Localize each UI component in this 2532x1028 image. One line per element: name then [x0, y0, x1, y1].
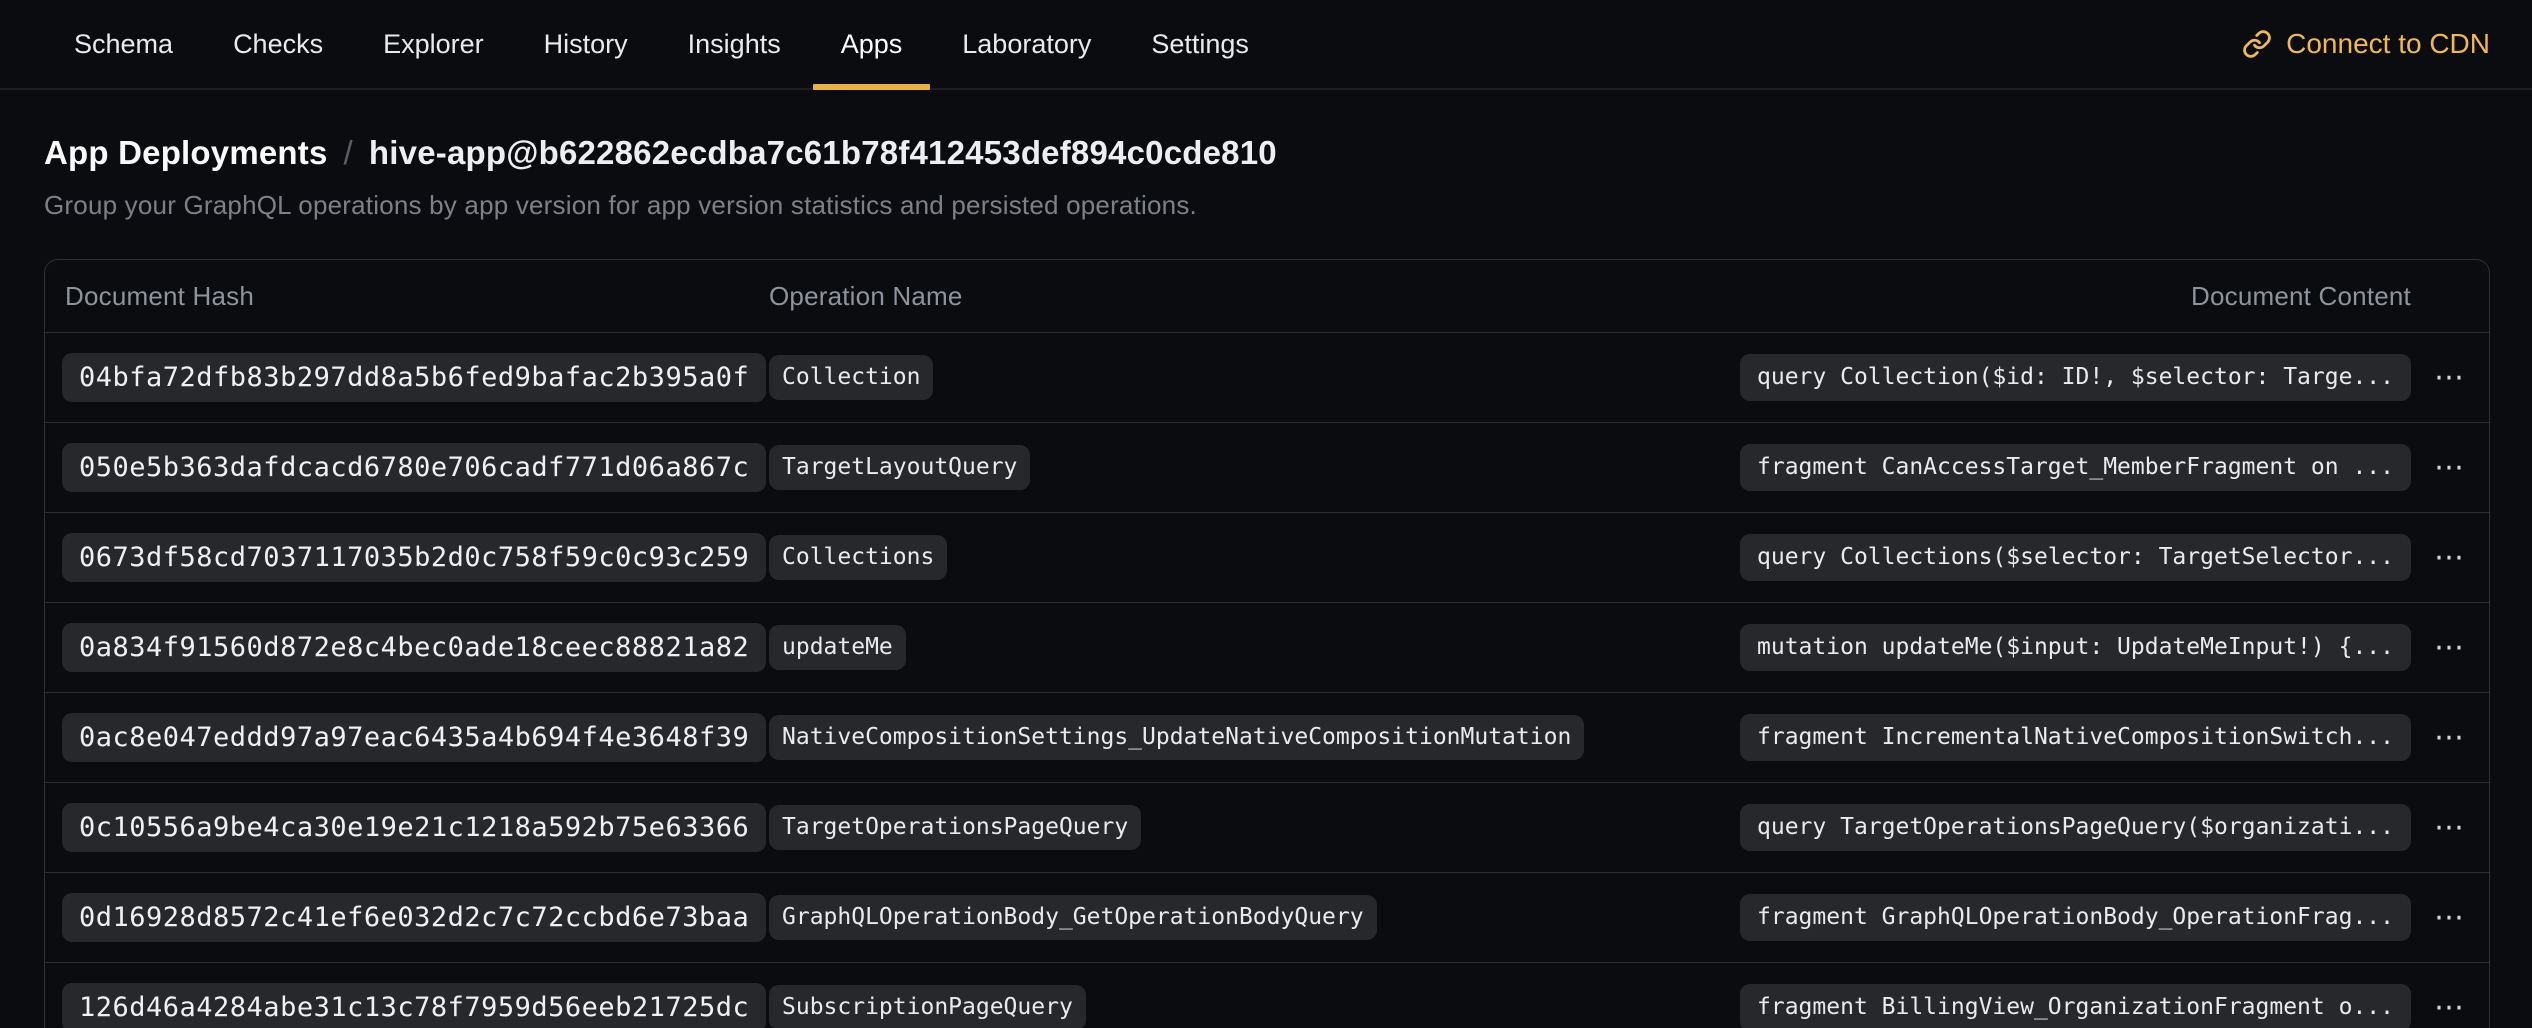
- page-subtitle: Group your GraphQL operations by app ver…: [44, 190, 2488, 221]
- tab-apps[interactable]: Apps: [813, 0, 931, 88]
- tab-history[interactable]: History: [516, 0, 656, 88]
- link-icon: [2242, 29, 2272, 59]
- breadcrumb-separator: /: [344, 134, 353, 172]
- ellipsis-icon: ⋯: [2434, 810, 2466, 845]
- deployments-table: Document Hash Operation Name Document Co…: [44, 259, 2490, 1028]
- page-head: App Deployments / hive-app@b622862ecdba7…: [0, 90, 2532, 221]
- table-row: 0ac8e047eddd97a97eac6435a4b694f4e3648f39…: [45, 692, 2489, 782]
- ellipsis-icon: ⋯: [2434, 900, 2466, 935]
- document-content: mutation updateMe($input: UpdateMeInput!…: [1740, 624, 2411, 671]
- operation-name: GraphQLOperationBody_GetOperationBodyQue…: [769, 895, 1377, 940]
- document-hash: 0ac8e047eddd97a97eac6435a4b694f4e3648f39: [62, 713, 766, 762]
- document-content: fragment BillingView_OrganizationFragmen…: [1740, 984, 2411, 1028]
- document-hash: 0a834f91560d872e8c4bec0ade18ceec88821a82: [62, 623, 766, 672]
- row-menu-button[interactable]: ⋯: [2424, 807, 2476, 849]
- document-content: fragment GraphQLOperationBody_OperationF…: [1740, 894, 2411, 941]
- operation-name: updateMe: [769, 625, 906, 670]
- row-menu-button[interactable]: ⋯: [2424, 357, 2476, 399]
- ellipsis-icon: ⋯: [2434, 720, 2466, 755]
- document-content: fragment IncrementalNativeCompositionSwi…: [1740, 714, 2411, 761]
- column-header-document-hash: Document Hash: [45, 281, 769, 312]
- connect-to-cdn-label: Connect to CDN: [2286, 28, 2490, 60]
- column-header-operation-name: Operation Name: [769, 281, 1711, 312]
- operation-name: TargetLayoutQuery: [769, 445, 1030, 490]
- tab-insights[interactable]: Insights: [660, 0, 809, 88]
- connect-to-cdn-button[interactable]: Connect to CDN: [2242, 0, 2532, 88]
- breadcrumb-app-deployments[interactable]: App Deployments: [44, 134, 328, 172]
- row-menu-button[interactable]: ⋯: [2424, 897, 2476, 939]
- breadcrumb: App Deployments / hive-app@b622862ecdba7…: [44, 134, 2488, 172]
- operation-name: NativeCompositionSettings_UpdateNativeCo…: [769, 715, 1584, 760]
- table-body: 04bfa72dfb83b297dd8a5b6fed9bafac2b395a0f…: [45, 332, 2489, 1028]
- document-content: query TargetOperationsPageQuery($organiz…: [1740, 804, 2411, 851]
- document-hash: 050e5b363dafdcacd6780e706cadf771d06a867c: [62, 443, 766, 492]
- top-navigation-bar: SchemaChecksExplorerHistoryInsightsAppsL…: [0, 0, 2532, 90]
- operation-name: Collection: [769, 355, 933, 400]
- operation-name: TargetOperationsPageQuery: [769, 805, 1141, 850]
- row-menu-button[interactable]: ⋯: [2424, 717, 2476, 759]
- tab-settings[interactable]: Settings: [1123, 0, 1277, 88]
- ellipsis-icon: ⋯: [2434, 360, 2466, 395]
- ellipsis-icon: ⋯: [2434, 990, 2466, 1025]
- tab-checks[interactable]: Checks: [205, 0, 351, 88]
- table-row: 050e5b363dafdcacd6780e706cadf771d06a867c…: [45, 422, 2489, 512]
- table-header-row: Document Hash Operation Name Document Co…: [45, 260, 2489, 332]
- nav-tabs: SchemaChecksExplorerHistoryInsightsAppsL…: [0, 0, 1277, 88]
- table-row: 126d46a4284abe31c13c78f7959d56eeb21725dc…: [45, 962, 2489, 1028]
- document-content: fragment CanAccessTarget_MemberFragment …: [1740, 444, 2411, 491]
- table-row: 0c10556a9be4ca30e19e21c1218a592b75e63366…: [45, 782, 2489, 872]
- row-menu-button[interactable]: ⋯: [2424, 987, 2476, 1028]
- ellipsis-icon: ⋯: [2434, 540, 2466, 575]
- tab-laboratory[interactable]: Laboratory: [934, 0, 1119, 88]
- column-header-document-content: Document Content: [1711, 281, 2411, 312]
- main-content: App Deployments / hive-app@b622862ecdba7…: [0, 90, 2532, 1028]
- tab-explorer[interactable]: Explorer: [355, 0, 512, 88]
- document-hash: 0c10556a9be4ca30e19e21c1218a592b75e63366: [62, 803, 766, 852]
- ellipsis-icon: ⋯: [2434, 630, 2466, 665]
- document-hash: 04bfa72dfb83b297dd8a5b6fed9bafac2b395a0f: [62, 353, 766, 402]
- table-row: 0d16928d8572c41ef6e032d2c7c72ccbd6e73baa…: [45, 872, 2489, 962]
- table-row: 0673df58cd7037117035b2d0c758f59c0c93c259…: [45, 512, 2489, 602]
- row-menu-button[interactable]: ⋯: [2424, 627, 2476, 669]
- row-menu-button[interactable]: ⋯: [2424, 447, 2476, 489]
- document-content: query Collection($id: ID!, $selector: Ta…: [1740, 354, 2411, 401]
- tab-schema[interactable]: Schema: [46, 0, 201, 88]
- breadcrumb-current-deployment: hive-app@b622862ecdba7c61b78f412453def89…: [369, 134, 1277, 172]
- ellipsis-icon: ⋯: [2434, 450, 2466, 485]
- operation-name: SubscriptionPageQuery: [769, 985, 1086, 1028]
- table-row: 04bfa72dfb83b297dd8a5b6fed9bafac2b395a0f…: [45, 332, 2489, 422]
- document-content: query Collections($selector: TargetSelec…: [1740, 534, 2411, 581]
- row-menu-button[interactable]: ⋯: [2424, 537, 2476, 579]
- document-hash: 126d46a4284abe31c13c78f7959d56eeb21725dc: [62, 983, 766, 1028]
- table-row: 0a834f91560d872e8c4bec0ade18ceec88821a82…: [45, 602, 2489, 692]
- document-hash: 0673df58cd7037117035b2d0c758f59c0c93c259: [62, 533, 766, 582]
- document-hash: 0d16928d8572c41ef6e032d2c7c72ccbd6e73baa: [62, 893, 766, 942]
- operation-name: Collections: [769, 535, 947, 580]
